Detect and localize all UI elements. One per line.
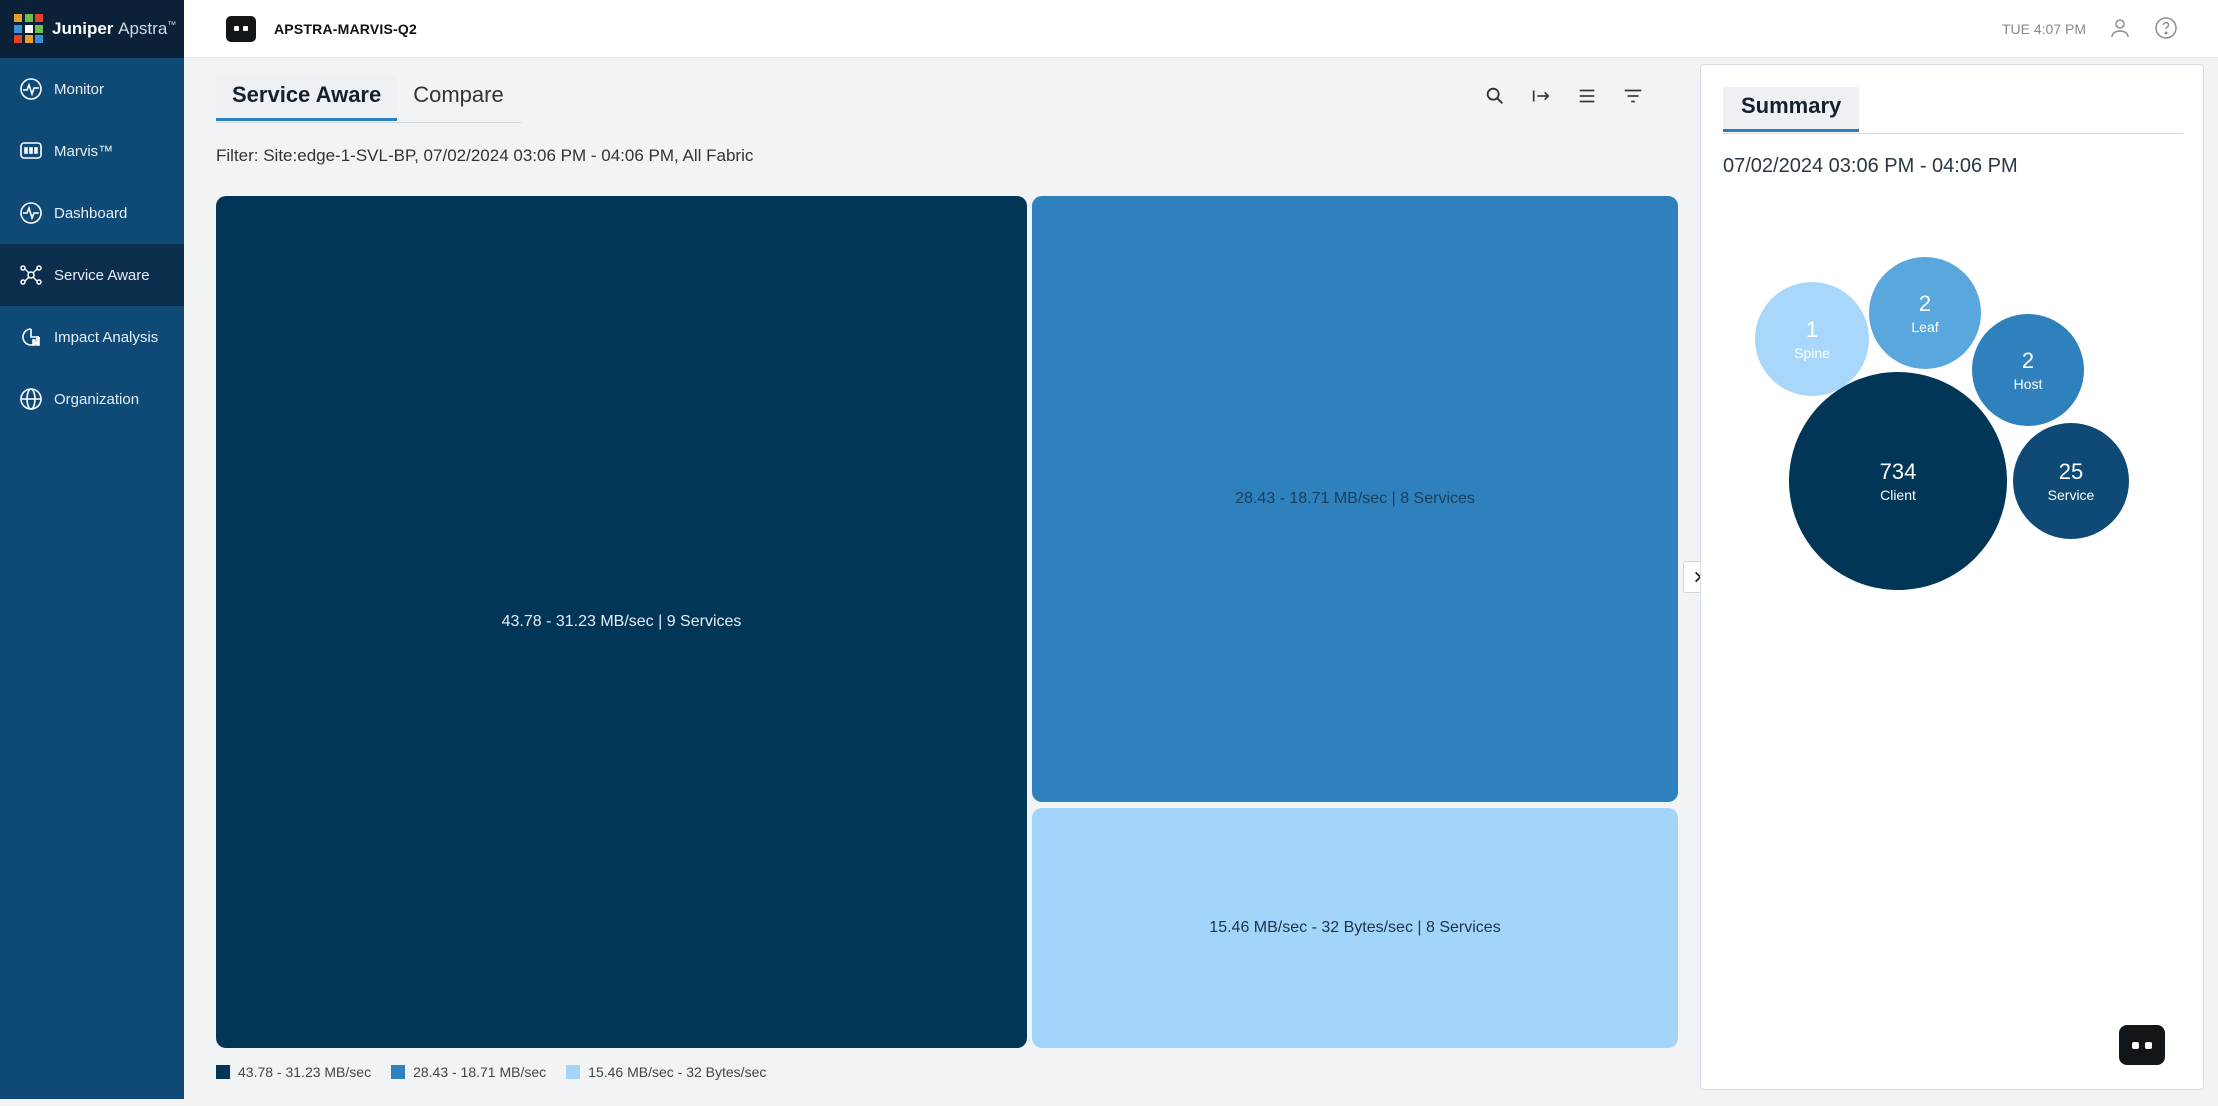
bubble-label: Service: [2047, 487, 2095, 503]
sidebar-item-label: Dashboard: [54, 204, 128, 222]
bubble-count: 2: [1918, 291, 1932, 316]
juniper-logo-icon: [14, 14, 44, 44]
marvis-chat-button[interactable]: [2119, 1025, 2165, 1065]
impact-analysis-icon: [18, 324, 44, 350]
legend: 43.78 - 31.23 MB/sec 28.43 - 18.71 MB/se…: [216, 1064, 766, 1080]
sidebar-item-dashboard[interactable]: Dashboard: [0, 182, 184, 244]
sidebar: Juniper Apstra™ Monitor Marvis™ Dashboar…: [0, 0, 184, 1099]
treemap-tile-label: 28.43 - 18.71 MB/sec | 8 Services: [1235, 490, 1475, 507]
dashboard-icon: [18, 200, 44, 226]
bubble-leaf[interactable]: 2 Leaf: [1869, 257, 1981, 369]
top-header: APSTRA-MARVIS-Q2 TUE 4:07 PM: [184, 0, 2218, 58]
tab-service-aware[interactable]: Service Aware: [216, 76, 398, 121]
tabs: Service Aware Compare: [216, 76, 520, 121]
legend-item[interactable]: 15.46 MB/sec - 32 Bytes/sec: [566, 1064, 766, 1080]
treemap-tile[interactable]: 15.46 MB/sec - 32 Bytes/sec | 8 Services: [1032, 808, 1678, 1048]
bubble-count: 734: [1879, 459, 1917, 484]
bubble-count: 25: [2058, 459, 2084, 484]
brand[interactable]: Juniper Apstra™: [0, 0, 184, 58]
sidebar-item-monitor[interactable]: Monitor: [0, 58, 184, 120]
search-icon[interactable]: [1483, 84, 1507, 108]
bubble-service[interactable]: 25 Service: [2013, 423, 2129, 539]
sidebar-item-impact-analysis[interactable]: Impact Analysis: [0, 306, 184, 368]
sidebar-item-label: Impact Analysis: [54, 328, 159, 346]
expand-icon[interactable]: [1529, 84, 1553, 108]
bubble-label: Spine: [1794, 345, 1830, 361]
legend-swatch: [391, 1065, 406, 1079]
monitor-icon: [18, 76, 44, 102]
sidebar-item-organization[interactable]: Organization: [0, 368, 184, 430]
list-icon[interactable]: [1575, 84, 1599, 108]
service-aware-icon: [18, 262, 44, 288]
bubble-count: 1: [1805, 317, 1819, 342]
main-panel: Service Aware Compare Filter: Site:edge-…: [200, 58, 1685, 1099]
bubble-spine[interactable]: 1 Spine: [1755, 282, 1869, 396]
sidebar-item-label: Monitor: [54, 80, 105, 98]
sidebar-item-label: Organization: [54, 390, 140, 408]
treemap-tile[interactable]: 43.78 - 31.23 MB/sec | 9 Services: [216, 196, 1027, 1048]
help-icon[interactable]: [2154, 16, 2178, 43]
bubble-label: Client: [1880, 487, 1916, 503]
legend-item[interactable]: 28.43 - 18.71 MB/sec: [391, 1064, 546, 1080]
bubble-count: 2: [2021, 348, 2035, 373]
organization-icon: [18, 386, 44, 412]
brand-name: Juniper Apstra™: [52, 19, 177, 38]
bubble-label: Leaf: [1911, 319, 1939, 335]
summary-panel: Summary 07/02/2024 03:06 PM - 04:06 PM 1…: [1700, 64, 2204, 1090]
bubble-label: Host: [2013, 376, 2043, 392]
legend-swatch: [566, 1065, 581, 1079]
sidebar-item-label: Marvis™: [54, 142, 114, 160]
bubble-chart: 1 Spine 2 Leaf 2 Host 734 Client 25 Serv…: [1701, 65, 2205, 665]
treemap-tile[interactable]: 28.43 - 18.71 MB/sec | 8 Services: [1032, 196, 1678, 802]
filter-text: Filter: Site:edge-1-SVL-BP, 07/02/2024 0…: [216, 146, 754, 165]
header-right: TUE 4:07 PM: [2002, 0, 2178, 58]
sidebar-item-label: Service Aware: [54, 266, 150, 284]
legend-label: 28.43 - 18.71 MB/sec: [413, 1064, 547, 1080]
bubble-host[interactable]: 2 Host: [1972, 314, 2084, 426]
tab-compare[interactable]: Compare: [397, 76, 519, 121]
toolbar: [1483, 84, 1645, 108]
sidebar-item-service-aware[interactable]: Service Aware: [0, 244, 184, 306]
user-icon[interactable]: [2108, 16, 2132, 43]
tabs-divider: [216, 122, 521, 123]
treemap-tile-label: 15.46 MB/sec - 32 Bytes/sec | 8 Services: [1209, 919, 1501, 936]
marvis-bot-icon[interactable]: [226, 15, 256, 42]
org-name[interactable]: APSTRA-MARVIS-Q2: [274, 21, 417, 37]
sidebar-item-marvis[interactable]: Marvis™: [0, 120, 184, 182]
clock-time: TUE 4:07 PM: [2001, 21, 2086, 37]
bubble-client[interactable]: 734 Client: [1789, 372, 2007, 590]
legend-label: 43.78 - 31.23 MB/sec: [238, 1064, 372, 1080]
marvis-icon: [18, 138, 44, 164]
filter-icon[interactable]: [1621, 84, 1645, 108]
treemap: 43.78 - 31.23 MB/sec | 9 Services 28.43 …: [216, 196, 1678, 1106]
legend-label: 15.46 MB/sec - 32 Bytes/sec: [588, 1064, 767, 1080]
treemap-tile-label: 43.78 - 31.23 MB/sec | 9 Services: [501, 613, 742, 630]
legend-item[interactable]: 43.78 - 31.23 MB/sec: [216, 1064, 371, 1080]
legend-swatch: [216, 1065, 230, 1079]
